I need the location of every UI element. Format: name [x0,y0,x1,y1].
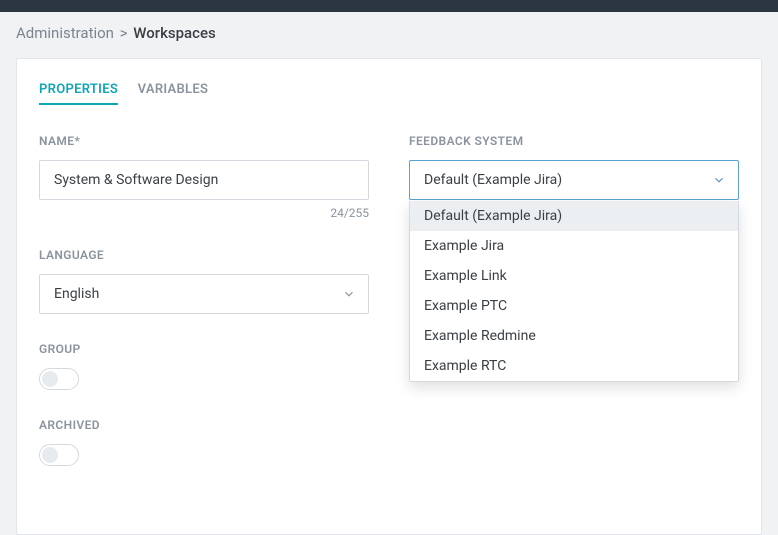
language-select[interactable]: English [39,274,369,314]
group-toggle[interactable] [39,368,79,390]
feedback-option[interactable]: Example Link [410,261,738,291]
feedback-option[interactable]: Example Redmine [410,321,738,351]
language-selected-value: English [54,286,99,302]
breadcrumb-parent-link[interactable]: Administration [16,24,114,42]
chevron-down-icon [342,287,356,301]
breadcrumb: Administration > Workspaces [0,12,778,58]
field-archived: ARCHIVED [39,418,369,466]
language-label: LANGUAGE [39,248,369,262]
tabs-bar: PROPERTIES VARIABLES [39,81,739,106]
group-label: GROUP [39,342,369,356]
name-char-count: 24/255 [39,206,369,220]
app-topbar [0,0,778,12]
feedback-dropdown-list[interactable]: Default (Example Jira)Example JiraExampl… [409,201,739,382]
field-group: GROUP [39,342,369,390]
archived-label: ARCHIVED [39,418,369,432]
tab-variables[interactable]: VARIABLES [138,82,209,103]
feedback-label: FEEDBACK SYSTEM [409,134,739,148]
archived-toggle[interactable] [39,444,79,466]
chevron-down-icon [712,173,726,187]
field-feedback-system: FEEDBACK SYSTEM Default (Example Jira) D… [409,134,739,200]
feedback-selected-value: Default (Example Jira) [424,172,562,188]
name-input[interactable] [39,160,369,200]
tab-properties[interactable]: PROPERTIES [39,82,118,105]
feedback-select[interactable]: Default (Example Jira) [409,160,739,200]
breadcrumb-current: Workspaces [133,24,215,42]
feedback-option[interactable]: Example RTC [410,351,738,381]
feedback-option[interactable]: Example Jira [410,231,738,261]
feedback-option[interactable]: Default (Example Jira) [410,201,738,231]
field-name: NAME* 24/255 [39,134,369,220]
name-label: NAME* [39,134,369,148]
toggle-knob [42,371,58,387]
toggle-knob [42,447,58,463]
feedback-option[interactable]: Example PTC [410,291,738,321]
field-language: LANGUAGE English [39,248,369,314]
workspace-form-card: PROPERTIES VARIABLES NAME* 24/255 LANGUA… [16,58,762,535]
breadcrumb-separator: > [120,24,128,42]
